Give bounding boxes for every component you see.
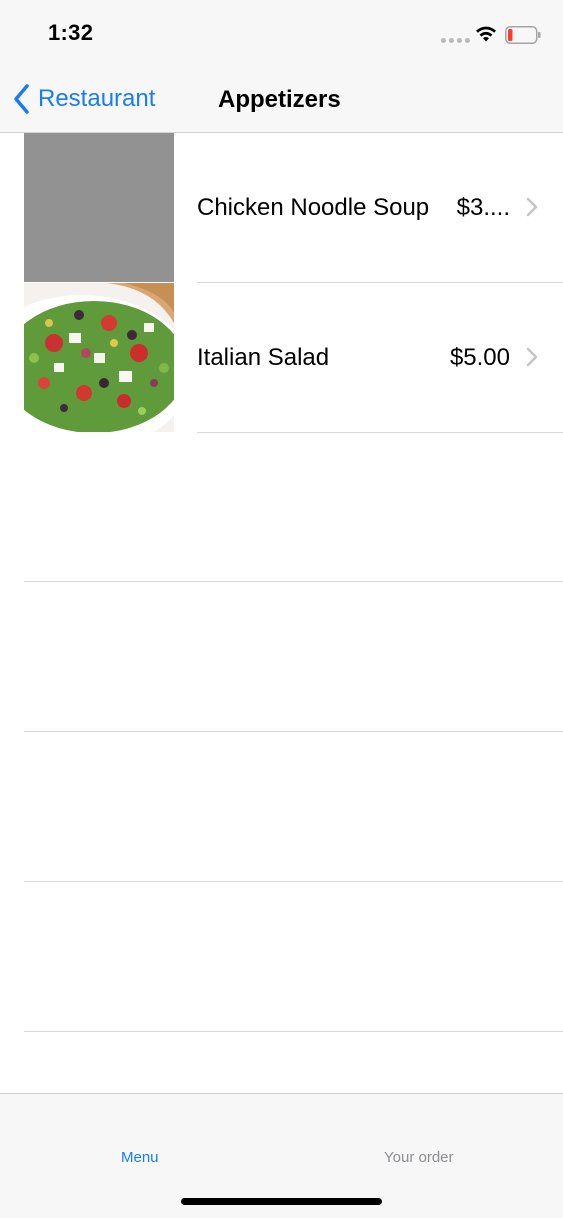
wifi-icon xyxy=(476,26,496,42)
item-name: Chicken Noodle Soup xyxy=(197,194,430,221)
back-button-label: Restaurant xyxy=(38,85,156,112)
status-bar: 1:32 xyxy=(0,0,563,70)
back-chevron-icon xyxy=(14,84,29,114)
table-row-chicken-noodle-soup[interactable]: Chicken Noodle Soup $3.... xyxy=(0,133,563,283)
empty-row-separator xyxy=(24,881,563,882)
back-button[interactable]: Restaurant xyxy=(12,82,155,116)
empty-row-separator xyxy=(24,1031,563,1032)
tab-your-order[interactable]: Your order xyxy=(384,1149,454,1166)
empty-row-separator xyxy=(24,731,563,732)
item-price: $3.... xyxy=(456,194,510,221)
table-row-italian-salad[interactable]: Italian Salad $5.00 xyxy=(0,283,563,433)
menu-table: Chicken Noodle Soup $3.... Italian Salad… xyxy=(0,133,563,1093)
signal-dots-icon xyxy=(441,38,470,43)
chevron-right-icon xyxy=(526,197,538,217)
battery-low-icon xyxy=(505,26,541,44)
page-title: Appetizers xyxy=(218,86,341,113)
status-time: 1:32 xyxy=(48,20,94,45)
navigation-bar: Restaurant Appetizers xyxy=(0,70,563,133)
item-price: $5.00 xyxy=(449,344,510,371)
italian-salad-image xyxy=(24,283,174,432)
home-indicator[interactable] xyxy=(181,1198,382,1205)
item-name: Italian Salad xyxy=(197,344,330,371)
chevron-right-icon xyxy=(526,347,538,367)
tab-menu[interactable]: Menu xyxy=(121,1149,159,1166)
empty-row-separator xyxy=(24,581,563,582)
row-separator xyxy=(197,432,563,433)
item-image-placeholder xyxy=(24,133,174,282)
tab-bar: Menu Your order xyxy=(0,1093,563,1218)
